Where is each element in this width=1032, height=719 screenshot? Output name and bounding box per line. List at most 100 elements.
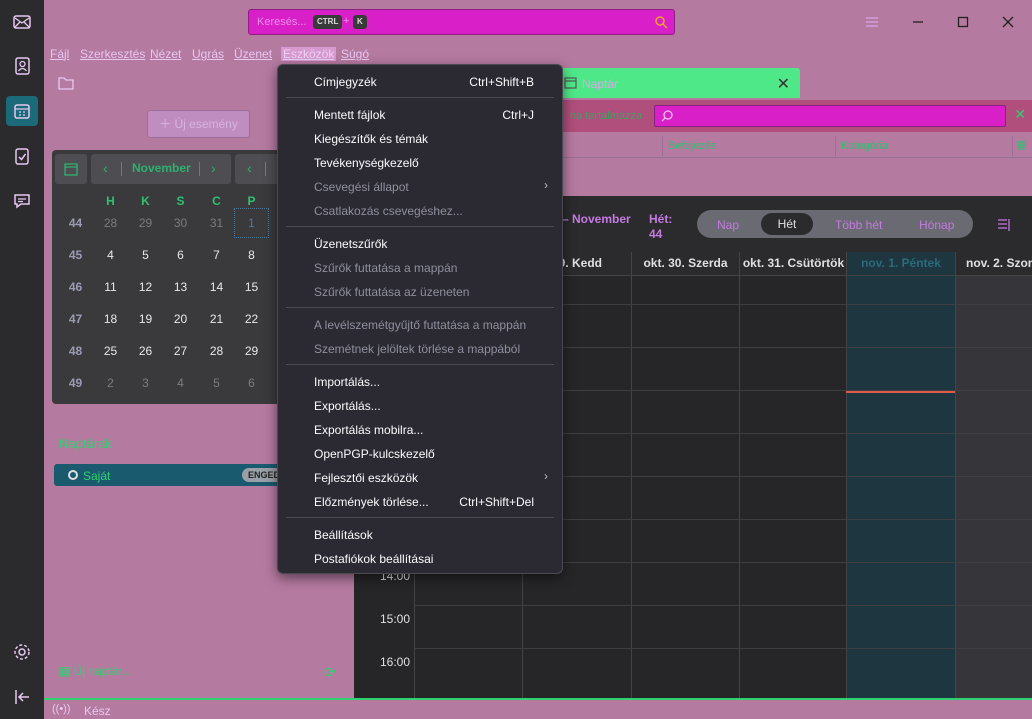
day-cell[interactable]: 13 bbox=[163, 278, 198, 310]
menu-item-addons[interactable]: Kiegészítők és témák bbox=[314, 132, 428, 146]
day-cell[interactable]: 4 bbox=[93, 246, 128, 278]
day-cell[interactable]: 15 bbox=[234, 278, 269, 310]
day-cell[interactable]: 29 bbox=[234, 342, 269, 374]
day-cell[interactable]: 8 bbox=[234, 246, 269, 278]
day-cell[interactable]: 28 bbox=[93, 214, 128, 246]
menu-item-run-junk-controls[interactable]: A levélszemétgyűjtő futtatása a mappán bbox=[314, 318, 526, 332]
menu-item-message-filters[interactable]: Üzenetszűrők bbox=[314, 237, 387, 251]
filter-close-icon[interactable]: ✕ bbox=[1014, 106, 1026, 123]
view-week-button[interactable]: Hét bbox=[761, 213, 813, 235]
view-multiweek-button[interactable]: Több hét bbox=[835, 218, 882, 232]
menu-message[interactable]: Üzenet bbox=[234, 47, 272, 61]
day-cell[interactable]: 18 bbox=[93, 310, 128, 342]
new-calendar-button[interactable]: ▦ Új naptár... bbox=[59, 664, 132, 678]
column-picker-icon[interactable]: ▦ bbox=[1016, 138, 1026, 151]
menu-item-developer-tools[interactable]: Fejlesztői eszközök bbox=[314, 471, 418, 485]
refresh-icon[interactable]: ⟳ bbox=[324, 664, 336, 681]
filter-search-icon bbox=[661, 109, 674, 125]
menu-item-export[interactable]: Exportálás... bbox=[314, 399, 381, 413]
close-window-icon[interactable] bbox=[998, 12, 1018, 32]
day-cell[interactable]: 5 bbox=[128, 246, 163, 278]
maximize-icon[interactable] bbox=[953, 12, 973, 32]
new-event-button[interactable]: ＋ Új esemény bbox=[147, 110, 250, 138]
menu-file[interactable]: Fájl bbox=[50, 47, 69, 61]
prev-year-icon[interactable]: ‹ bbox=[247, 160, 252, 176]
next-month-icon[interactable]: › bbox=[211, 160, 216, 176]
day-cell[interactable]: 31 bbox=[199, 214, 234, 246]
tab-close-icon[interactable]: ✕ bbox=[777, 74, 790, 94]
day-cell[interactable]: 22 bbox=[234, 310, 269, 342]
view-day-button[interactable]: Nap bbox=[717, 218, 739, 232]
prev-month-icon[interactable]: ‹ bbox=[103, 160, 108, 176]
day-cell[interactable]: 27 bbox=[163, 342, 198, 374]
menu-item-activity-manager[interactable]: Tevékenységkezelő bbox=[314, 156, 419, 170]
today-button[interactable] bbox=[55, 154, 87, 184]
menu-item-openpgp[interactable]: OpenPGP-kulcskezelő bbox=[314, 447, 435, 461]
settings-gear-icon[interactable] bbox=[6, 637, 38, 667]
day-cell[interactable]: 30 bbox=[163, 214, 198, 246]
view-options-icon[interactable] bbox=[997, 218, 1011, 235]
day-cell[interactable]: 11 bbox=[93, 278, 128, 310]
menu-view[interactable]: Nézet bbox=[150, 47, 181, 61]
day-cell[interactable]: 5 bbox=[199, 374, 234, 404]
day-cell[interactable]: 29 bbox=[128, 214, 163, 246]
menu-item-chat-status[interactable]: Csevegési állapot bbox=[314, 180, 409, 194]
minimize-icon[interactable] bbox=[908, 12, 928, 32]
view-month-button[interactable]: Hónap bbox=[919, 218, 954, 232]
day-cell[interactable]: 3 bbox=[128, 374, 163, 404]
menu-item-join-chat[interactable]: Csatlakozás csevegéshez... bbox=[314, 204, 463, 218]
day-header[interactable]: okt. 30. Szerda bbox=[631, 252, 739, 276]
day-cell[interactable]: 12 bbox=[128, 278, 163, 310]
menu-tools[interactable]: Eszközök bbox=[281, 47, 337, 61]
chat-icon[interactable] bbox=[6, 186, 38, 216]
day-column[interactable] bbox=[739, 276, 847, 698]
menu-help[interactable]: Súgó bbox=[341, 47, 369, 61]
menu-edit[interactable]: Szerkesztés bbox=[80, 47, 145, 61]
global-search-input[interactable]: Keresés... CTRL + K bbox=[248, 9, 675, 35]
menu-item-address-book[interactable]: Címjegyzék bbox=[314, 75, 377, 89]
menu-go[interactable]: Ugrás bbox=[192, 47, 224, 61]
folder-icon[interactable] bbox=[58, 76, 74, 93]
day-cell[interactable]: 26 bbox=[128, 342, 163, 374]
day-column-weekend[interactable] bbox=[955, 276, 1032, 698]
day-cell[interactable]: 6 bbox=[163, 246, 198, 278]
day-column-today[interactable] bbox=[846, 276, 955, 698]
day-column[interactable] bbox=[631, 276, 739, 698]
day-cell[interactable]: 28 bbox=[199, 342, 234, 374]
day-cell[interactable]: 6 bbox=[234, 374, 269, 404]
address-book-icon[interactable] bbox=[6, 51, 38, 81]
online-status-icon[interactable]: ((•)) bbox=[52, 703, 71, 715]
tasks-icon[interactable] bbox=[6, 141, 38, 171]
tab-calendar[interactable]: Naptár ✕ bbox=[560, 68, 800, 98]
day-cell[interactable]: 4 bbox=[163, 374, 198, 404]
calendar-icon[interactable] bbox=[6, 96, 38, 126]
menu-item-import[interactable]: Importálás... bbox=[314, 375, 380, 389]
day-header-today[interactable]: nov. 1. Péntek bbox=[846, 252, 955, 276]
day-cell[interactable]: 25 bbox=[93, 342, 128, 374]
day-header[interactable]: okt. 31. Csütörtök bbox=[739, 252, 847, 276]
menu-item-run-filters-message[interactable]: Szűrők futtatása az üzeneten bbox=[314, 285, 469, 299]
menu-item-saved-files[interactable]: Mentett fájlok bbox=[314, 108, 385, 122]
menu-item-settings[interactable]: Beállítások bbox=[314, 528, 373, 542]
menu-item-delete-junk[interactable]: Szemétnek jelöltek törlése a mappából bbox=[314, 342, 520, 356]
month-label: November bbox=[132, 161, 191, 175]
day-cell[interactable]: 7 bbox=[199, 246, 234, 278]
filter-search-input[interactable] bbox=[654, 105, 1006, 127]
menu-item-export-mobile[interactable]: Exportálás mobilra... bbox=[314, 423, 423, 437]
menu-item-account-settings[interactable]: Postafiókok beállításai bbox=[314, 552, 433, 566]
collapse-icon[interactable] bbox=[6, 682, 38, 712]
day-cell[interactable]: 19 bbox=[128, 310, 163, 342]
day-cell[interactable]: 14 bbox=[199, 278, 234, 310]
day-header[interactable]: nov. 2. Szom bbox=[955, 252, 1032, 276]
day-cell[interactable]: 20 bbox=[163, 310, 198, 342]
day-cell[interactable]: 2 bbox=[93, 374, 128, 404]
day-cell-today[interactable]: 1 bbox=[234, 208, 269, 238]
day-cell[interactable]: 21 bbox=[199, 310, 234, 342]
app-menu-icon[interactable] bbox=[862, 12, 882, 32]
week-number: 45 bbox=[68, 248, 83, 262]
mail-icon[interactable] bbox=[6, 7, 38, 37]
menu-item-run-filters-folder[interactable]: Szűrők futtatása a mappán bbox=[314, 261, 457, 275]
column-category[interactable]: Kategória bbox=[841, 140, 888, 152]
menu-item-clear-history[interactable]: Előzmények törlése... bbox=[314, 495, 429, 509]
column-end[interactable]: Befejezés bbox=[668, 140, 716, 152]
